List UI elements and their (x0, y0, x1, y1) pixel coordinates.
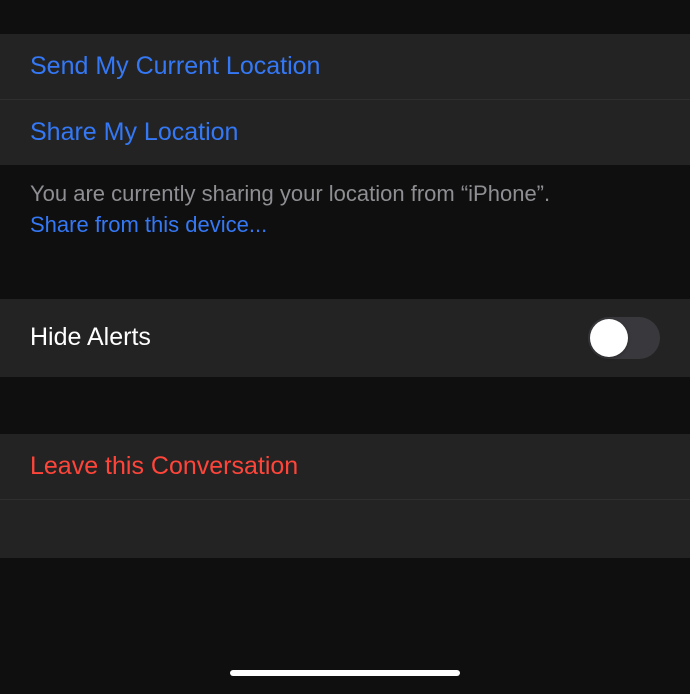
location-footer-text: You are currently sharing your location … (30, 181, 550, 206)
location-footer: You are currently sharing your location … (0, 165, 690, 259)
top-spacer (0, 0, 690, 34)
leave-conversation-label: Leave this Conversation (30, 452, 298, 481)
leave-conversation-row[interactable]: Leave this Conversation (0, 434, 690, 500)
share-location-row[interactable]: Share My Location (0, 100, 690, 165)
hide-alerts-row: Hide Alerts (0, 299, 690, 377)
gap-1 (0, 259, 690, 299)
hide-alerts-label: Hide Alerts (30, 323, 151, 352)
share-location-label: Share My Location (30, 118, 238, 147)
send-location-row[interactable]: Send My Current Location (0, 34, 690, 100)
toggle-knob (590, 319, 628, 357)
gap-2 (0, 377, 690, 434)
alerts-section: Hide Alerts (0, 299, 690, 377)
hide-alerts-toggle[interactable] (588, 317, 660, 359)
home-indicator[interactable] (230, 670, 460, 676)
empty-row (0, 500, 690, 558)
send-location-label: Send My Current Location (30, 52, 320, 81)
location-section: Send My Current Location Share My Locati… (0, 34, 690, 165)
share-from-device-link[interactable]: Share from this device... (30, 210, 660, 241)
leave-section: Leave this Conversation (0, 434, 690, 558)
